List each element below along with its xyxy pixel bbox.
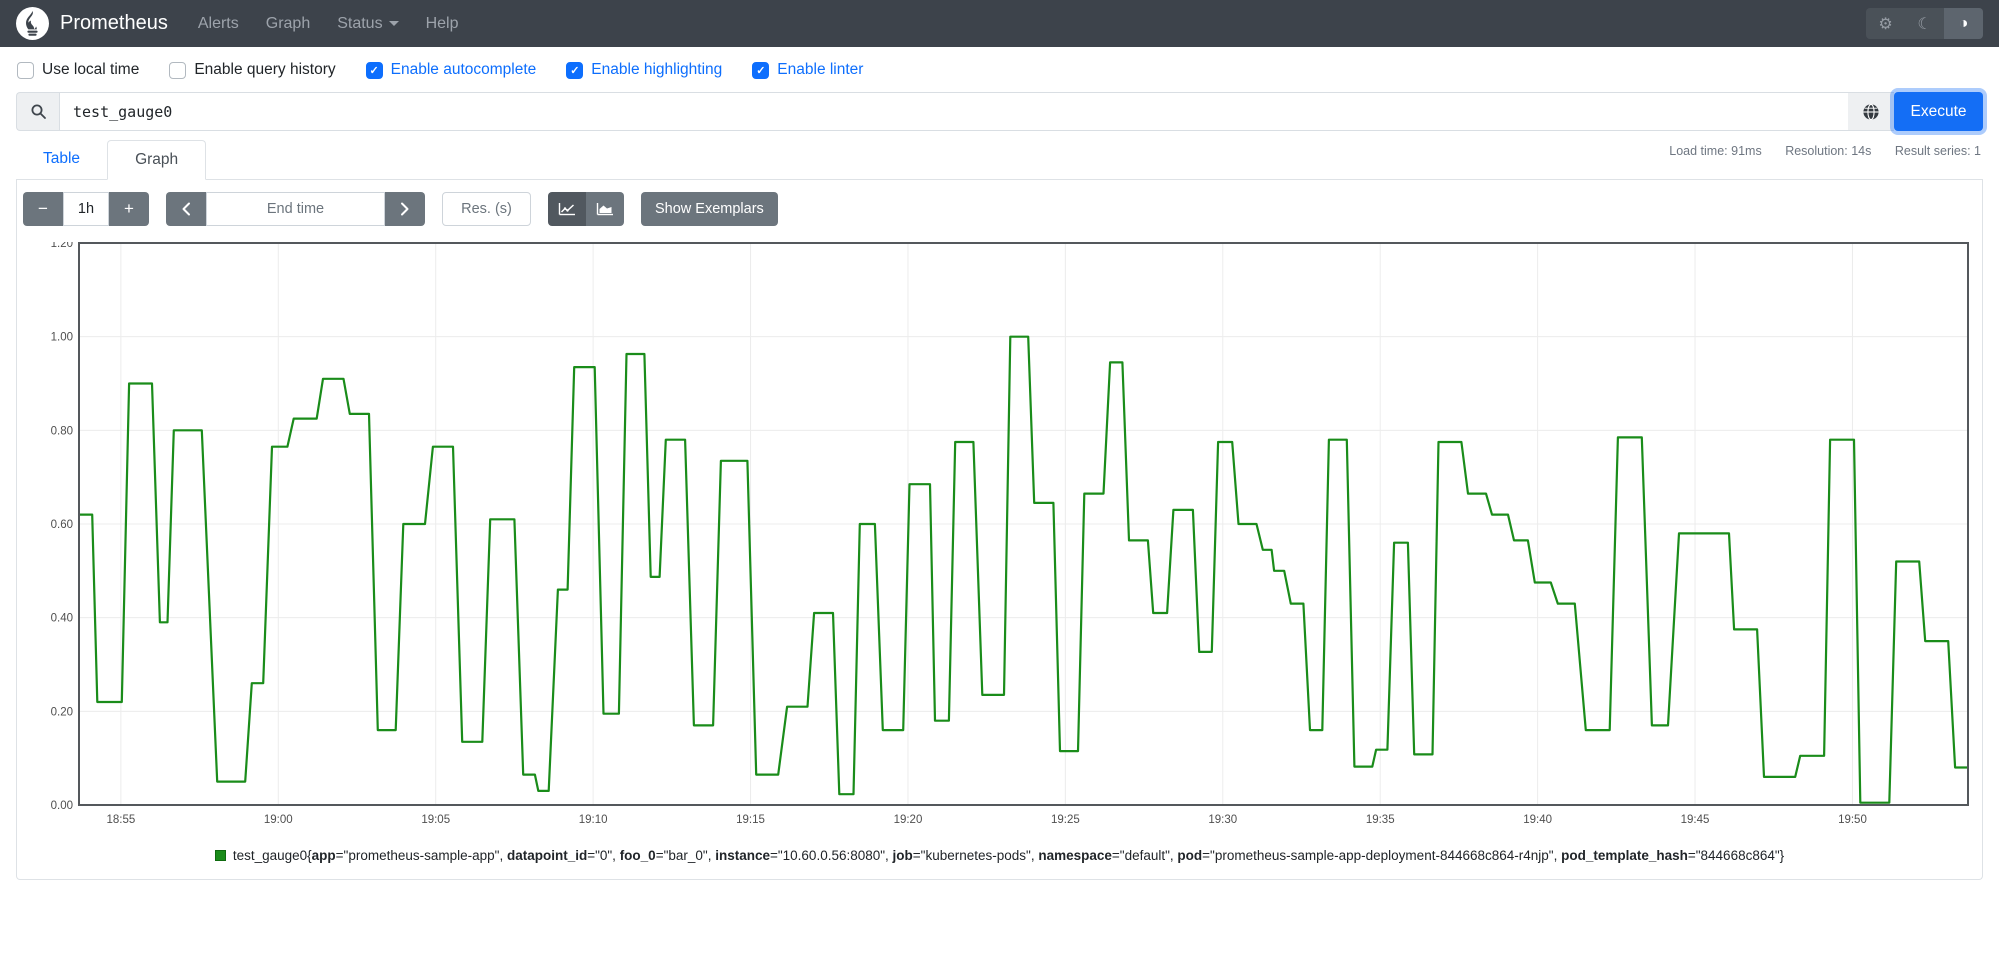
svg-text:19:50: 19:50 [1838,814,1867,826]
series-swatch [214,850,226,861]
range-input[interactable] [63,192,109,226]
svg-text:0.60: 0.60 [51,519,73,531]
tab-zone: Load time: 91ms Resolution: 14s Result s… [16,131,1983,180]
load-time: Load time: 91ms [1669,144,1762,158]
end-time-input[interactable] [206,192,385,226]
svg-text:19:10: 19:10 [579,814,608,826]
svg-text:19:15: 19:15 [736,814,765,826]
svg-text:19:05: 19:05 [421,814,450,826]
svg-text:19:30: 19:30 [1208,814,1237,826]
end-time-control [166,192,425,226]
settings-gear-icon[interactable]: ⚙ [1866,8,1905,39]
checkbox-box[interactable] [169,61,187,79]
tab-graph[interactable]: Graph [107,140,207,180]
checkbox-box[interactable]: ✓ [566,61,584,79]
query-bar: Execute [16,92,1983,131]
nav-item-help[interactable]: Help [426,15,459,33]
dark-theme-moon-icon[interactable]: ☾ [1905,8,1944,39]
metrics-explorer-globe-icon[interactable] [1848,92,1894,131]
checkbox-box[interactable]: ✓ [752,61,770,79]
execute-button[interactable]: Execute [1894,92,1983,131]
app-title[interactable]: Prometheus [60,12,168,35]
svg-text:19:35: 19:35 [1366,814,1395,826]
series-legend[interactable]: test_gauge0{app="prometheus-sample-app",… [17,848,1982,863]
svg-text:0.40: 0.40 [51,613,73,625]
theme-toggle-group: ⚙ ☾ ◑ [1866,8,1983,39]
nav-item-graph[interactable]: Graph [266,15,310,33]
result-series: Result series: 1 [1894,144,1981,158]
nav-item-alerts[interactable]: Alerts [198,15,239,33]
chevron-left-icon [182,202,190,216]
checkbox-enable-highlighting[interactable]: ✓ Enable highlighting [566,61,722,79]
resolution: Resolution: 14s [1785,144,1872,158]
line-chart-icon[interactable] [548,192,586,226]
time-back-chevron-button[interactable] [166,192,206,226]
options-row: Use local time Enable query history ✓ Ena… [17,61,1999,79]
checkbox-enable-autocomplete[interactable]: ✓ Enable autocomplete [365,61,536,79]
query-stats: Load time: 91ms Resolution: 14s Result s… [1649,144,1981,158]
range-decrease-button[interactable]: − [23,192,63,226]
nav-links: Alerts Graph Status Help [198,15,459,33]
checkbox-box[interactable]: ✓ [365,61,383,79]
resolution-input[interactable] [442,192,531,226]
svg-text:19:00: 19:00 [264,814,293,826]
graph-canvas[interactable]: 0.00 0.20 0.40 0.60 0.80 1.00 1.20 18:55 19:00 19… [41,242,1971,834]
prometheus-logo-icon [16,7,49,40]
svg-text:0.80: 0.80 [51,425,73,437]
checkbox-use-local-time[interactable]: Use local time [17,61,139,79]
chevron-right-icon [401,202,409,216]
time-forward-chevron-button[interactable] [385,192,425,226]
graph-panel: − + Show Exemplars 0.00 0.20 0.40 0.60 0.80 1… [16,180,1983,880]
auto-theme-contrast-icon[interactable]: ◑ [1944,8,1983,39]
navbar: Prometheus Alerts Graph Status Help ⚙ ☾ … [0,0,1999,47]
svg-text:1.20: 1.20 [51,242,73,250]
svg-text:19:45: 19:45 [1681,814,1710,826]
chart-type-toggle [548,192,624,226]
stacked-chart-icon[interactable] [586,192,624,226]
svg-text:19:25: 19:25 [1051,814,1080,826]
svg-text:0.00: 0.00 [51,800,73,812]
svg-text:0.20: 0.20 [51,706,73,718]
show-exemplars-button[interactable]: Show Exemplars [641,192,778,226]
search-icon [16,92,59,131]
svg-text:18:55: 18:55 [106,814,135,826]
checkbox-enable-linter[interactable]: ✓ Enable linter [752,61,863,79]
checkbox-enable-query-history[interactable]: Enable query history [169,61,336,79]
nav-item-status[interactable]: Status [337,15,399,33]
svg-text:19:40: 19:40 [1523,814,1552,826]
range-control: − + [23,192,149,226]
checkbox-box[interactable] [17,61,34,79]
query-expression-input[interactable] [59,92,1848,131]
svg-text:1.00: 1.00 [51,332,73,344]
range-increase-button[interactable]: + [109,192,149,226]
chevron-down-icon [388,21,399,26]
tab-table[interactable]: Table [16,140,107,179]
graph-controls: − + Show Exemplars [17,180,1982,234]
svg-text:19:20: 19:20 [894,814,923,826]
